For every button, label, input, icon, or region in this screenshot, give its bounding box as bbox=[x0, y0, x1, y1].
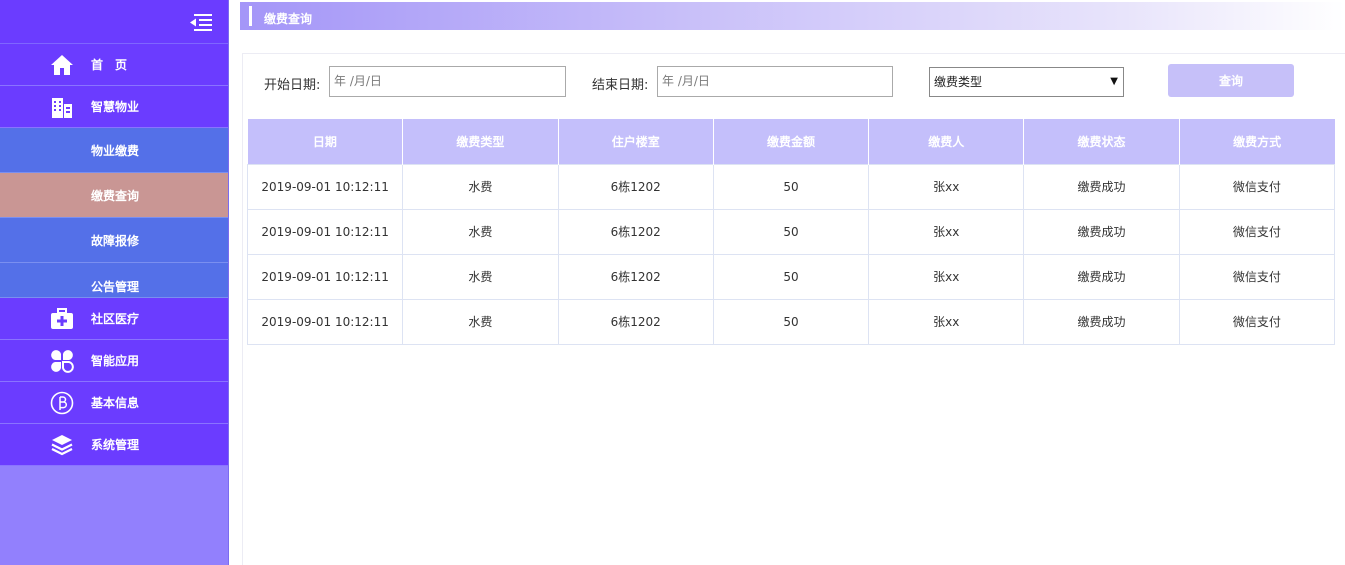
cell-amount: 50 bbox=[712, 163, 870, 210]
cell-date: 2019-09-01 10:12:11 bbox=[246, 253, 404, 300]
end-date-placeholder: 年 /月/日 bbox=[662, 74, 710, 88]
end-date-input[interactable]: 年 /月/日 bbox=[657, 66, 893, 97]
payment-type-select[interactable]: 缴费类型 ▼ bbox=[929, 67, 1124, 97]
column-header-amount: 缴费金额 bbox=[713, 119, 870, 164]
cell-payment-type: 水费 bbox=[402, 208, 559, 255]
cell-payer: 张xx bbox=[868, 253, 1025, 300]
cell-date: 2019-09-01 10:12:11 bbox=[246, 208, 404, 255]
payment-records-table: 日期 缴费类型 住户楼室 缴费金额 缴费人 缴费状态 缴费方式 2019-09-… bbox=[246, 119, 1336, 345]
payment-type-select-value: 缴费类型 bbox=[934, 75, 983, 89]
sidebar-item-basic-info[interactable]: 基本信息 bbox=[0, 382, 228, 424]
sidebar-item-community-medical[interactable]: 社区医疗 bbox=[0, 298, 228, 340]
layers-icon bbox=[49, 433, 75, 457]
sidebar-item-smart-apps[interactable]: 智能应用 bbox=[0, 340, 228, 382]
start-date-label: 开始日期: bbox=[264, 78, 321, 93]
cell-payer: 张xx bbox=[868, 298, 1025, 345]
table-row: 2019-09-01 10:12:11 水费 6栋1202 50 张xx 缴费成… bbox=[246, 253, 1336, 300]
sidebar-item-system-management[interactable]: 系统管理 bbox=[0, 424, 228, 466]
cell-payment-type: 水费 bbox=[402, 253, 559, 300]
cell-status: 缴费成功 bbox=[1023, 208, 1180, 255]
apps-icon bbox=[49, 349, 75, 373]
dropdown-arrow-icon: ▼ bbox=[1110, 76, 1118, 87]
sidebar-item-label: 智能应用 bbox=[91, 354, 140, 368]
table-row: 2019-09-01 10:12:11 水费 6栋1202 50 张xx 缴费成… bbox=[246, 298, 1336, 345]
building-icon bbox=[49, 95, 75, 119]
cell-amount: 50 bbox=[712, 208, 870, 255]
sidebar-subitem-property-payment[interactable]: 物业缴费 bbox=[0, 128, 228, 173]
column-header-payment-type: 缴费类型 bbox=[402, 119, 559, 164]
column-header-status: 缴费状态 bbox=[1023, 119, 1180, 164]
sidebar-subitem-notice-management[interactable]: 公告管理 bbox=[0, 263, 228, 298]
cell-room: 6栋1202 bbox=[557, 208, 714, 255]
sidebar-subitem-label: 缴费查询 bbox=[91, 188, 140, 203]
medical-kit-icon bbox=[49, 307, 75, 331]
sidebar-top bbox=[0, 0, 228, 44]
cell-room: 6栋1202 bbox=[557, 298, 714, 345]
cell-method: 微信支付 bbox=[1178, 208, 1336, 255]
cell-amount: 50 bbox=[712, 298, 870, 345]
sidebar: 首 页 智慧物业 物业缴费 缴费查询 故障报修 公告管理 社区医疗 智能应用 基… bbox=[0, 0, 229, 565]
column-header-method: 缴费方式 bbox=[1179, 119, 1335, 164]
home-icon bbox=[49, 53, 75, 77]
page-title: 缴费查询 bbox=[264, 12, 313, 26]
cell-room: 6栋1202 bbox=[557, 163, 714, 210]
cell-room: 6栋1202 bbox=[557, 253, 714, 300]
cell-status: 缴费成功 bbox=[1023, 253, 1180, 300]
cell-method: 微信支付 bbox=[1178, 253, 1336, 300]
sidebar-subitem-payment-query[interactable]: 缴费查询 bbox=[0, 173, 228, 218]
sidebar-item-label: 基本信息 bbox=[91, 396, 140, 410]
cell-date: 2019-09-01 10:12:11 bbox=[246, 298, 404, 345]
cell-payment-type: 水费 bbox=[402, 163, 559, 210]
sidebar-item-smart-property[interactable]: 智慧物业 bbox=[0, 86, 228, 128]
cell-amount: 50 bbox=[712, 253, 870, 300]
cell-payer: 张xx bbox=[868, 208, 1025, 255]
sidebar-item-label: 系统管理 bbox=[91, 438, 140, 452]
query-button[interactable]: 查询 bbox=[1168, 64, 1294, 97]
cell-date: 2019-09-01 10:12:11 bbox=[246, 163, 404, 210]
info-b-icon bbox=[49, 391, 75, 415]
header-accent-bar bbox=[249, 6, 252, 26]
sidebar-item-label: 社区医疗 bbox=[91, 312, 140, 326]
end-date-label: 结束日期: bbox=[592, 78, 649, 93]
sidebar-item-label: 智慧物业 bbox=[91, 100, 140, 114]
cell-payment-type: 水费 bbox=[402, 298, 559, 345]
cell-status: 缴费成功 bbox=[1023, 163, 1180, 210]
column-header-payer: 缴费人 bbox=[868, 119, 1025, 164]
app-root: 首 页 智慧物业 物业缴费 缴费查询 故障报修 公告管理 社区医疗 智能应用 基… bbox=[0, 0, 1345, 565]
start-date-placeholder: 年 /月/日 bbox=[334, 74, 382, 88]
sidebar-item-home[interactable]: 首 页 bbox=[0, 44, 228, 86]
start-date-input[interactable]: 年 /月/日 bbox=[329, 66, 566, 97]
sidebar-subitem-label: 公告管理 bbox=[91, 280, 140, 294]
cell-method: 微信支付 bbox=[1178, 163, 1336, 210]
menu-collapse-icon[interactable] bbox=[190, 13, 212, 31]
table-row: 2019-09-01 10:12:11 水费 6栋1202 50 张xx 缴费成… bbox=[246, 208, 1336, 255]
cell-method: 微信支付 bbox=[1178, 298, 1336, 345]
page-header: 缴费查询 bbox=[240, 2, 1345, 30]
table-header-row: 日期 缴费类型 住户楼室 缴费金额 缴费人 缴费状态 缴费方式 bbox=[247, 119, 1335, 164]
cell-status: 缴费成功 bbox=[1023, 298, 1180, 345]
sidebar-item-label: 首 页 bbox=[91, 58, 128, 72]
sidebar-subitem-label: 物业缴费 bbox=[91, 143, 140, 158]
column-header-date: 日期 bbox=[247, 119, 404, 164]
sidebar-subitem-label: 故障报修 bbox=[91, 233, 140, 248]
table-row: 2019-09-01 10:12:11 水费 6栋1202 50 张xx 缴费成… bbox=[246, 163, 1336, 210]
column-header-room: 住户楼室 bbox=[558, 119, 714, 164]
cell-payer: 张xx bbox=[868, 163, 1025, 210]
sidebar-subitem-fault-repair[interactable]: 故障报修 bbox=[0, 218, 228, 263]
